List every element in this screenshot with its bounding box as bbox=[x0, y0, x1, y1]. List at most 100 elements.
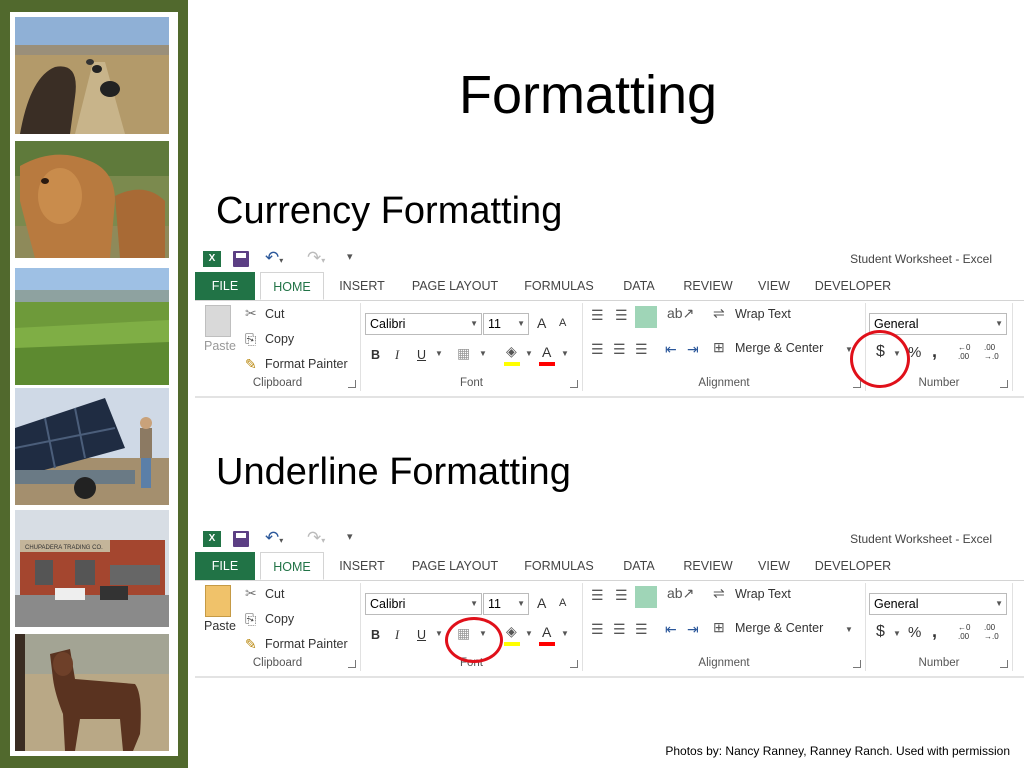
orientation-icon[interactable]: ab↗ bbox=[667, 585, 694, 602]
shrink-font-button[interactable]: A bbox=[559, 317, 566, 329]
wrap-text-button[interactable]: Wrap Text bbox=[735, 587, 791, 601]
wrap-text-icon[interactable]: ⇌ bbox=[713, 305, 725, 322]
font-launcher[interactable] bbox=[570, 660, 578, 668]
font-size-select[interactable]: 11 ▼ bbox=[483, 593, 529, 615]
tab-page-layout[interactable]: PAGE LAYOUT bbox=[407, 272, 503, 300]
currency-button[interactable]: $ bbox=[876, 623, 885, 641]
undo-icon[interactable]: ↶▾ bbox=[265, 248, 283, 268]
top-align-icon[interactable]: ☰ bbox=[591, 587, 604, 604]
tab-data[interactable]: DATA bbox=[615, 272, 663, 300]
merge-center-button[interactable]: Merge & Center bbox=[735, 621, 823, 635]
cut-icon[interactable]: ✂ bbox=[245, 305, 257, 322]
increase-indent-icon[interactable]: ⇥ bbox=[687, 621, 699, 638]
comma-button[interactable]: , bbox=[932, 341, 937, 362]
middle-align-icon[interactable]: ☰ bbox=[615, 587, 628, 604]
increase-decimal-button[interactable]: ←0.00 bbox=[958, 623, 970, 641]
font-color-dropdown-icon[interactable]: ▼ bbox=[561, 629, 569, 638]
font-size-select[interactable]: 11 ▼ bbox=[483, 313, 529, 335]
align-center-icon[interactable]: ☰ bbox=[613, 621, 626, 638]
underline-button[interactable]: U bbox=[417, 628, 426, 642]
tab-home[interactable]: HOME bbox=[260, 272, 324, 300]
italic-button[interactable]: I bbox=[395, 628, 399, 643]
currency-dropdown-icon[interactable]: ▼ bbox=[893, 629, 901, 638]
cut-icon[interactable]: ✂ bbox=[245, 585, 257, 602]
tab-view[interactable]: VIEW bbox=[753, 272, 795, 300]
wrap-text-button[interactable]: Wrap Text bbox=[735, 307, 791, 321]
customize-qat-icon[interactable]: ▾ bbox=[347, 530, 353, 543]
fill-color-dropdown-icon[interactable]: ▼ bbox=[525, 349, 533, 358]
paste-button[interactable]: Paste bbox=[204, 619, 236, 633]
tab-page-layout[interactable]: PAGE LAYOUT bbox=[407, 552, 503, 580]
format-painter-button[interactable]: Format Painter bbox=[265, 357, 348, 371]
comma-button[interactable]: , bbox=[932, 621, 937, 642]
decrease-indent-icon[interactable]: ⇤ bbox=[665, 341, 677, 358]
grow-font-button[interactable]: A bbox=[537, 315, 546, 331]
paste-icon[interactable] bbox=[205, 305, 231, 337]
redo-icon[interactable]: ↷▾ bbox=[307, 528, 325, 548]
italic-button[interactable]: I bbox=[395, 348, 399, 363]
copy-icon[interactable]: ⎘ bbox=[245, 611, 256, 628]
format-painter-icon[interactable]: ✎ bbox=[245, 636, 257, 653]
middle-align-icon[interactable]: ☰ bbox=[615, 307, 628, 324]
align-right-icon[interactable]: ☰ bbox=[635, 621, 648, 638]
merge-center-icon[interactable]: ⊞ bbox=[713, 619, 725, 636]
font-color-icon[interactable]: A bbox=[542, 624, 551, 640]
save-icon[interactable] bbox=[233, 251, 249, 267]
copy-icon[interactable]: ⎘ bbox=[245, 331, 256, 348]
clipboard-launcher[interactable] bbox=[348, 380, 356, 388]
font-color-dropdown-icon[interactable]: ▼ bbox=[561, 349, 569, 358]
tab-home[interactable]: HOME bbox=[260, 552, 324, 580]
underline-dropdown-icon[interactable]: ▼ bbox=[435, 629, 443, 638]
decrease-decimal-button[interactable]: .00 →.0 bbox=[984, 343, 999, 361]
tab-view[interactable]: VIEW bbox=[753, 552, 795, 580]
tab-review[interactable]: REVIEW bbox=[679, 552, 737, 580]
number-launcher[interactable] bbox=[1000, 660, 1008, 668]
cut-button[interactable]: Cut bbox=[265, 587, 284, 601]
underline-button[interactable]: U bbox=[417, 348, 426, 362]
font-name-select[interactable]: Calibri ▼ bbox=[365, 313, 482, 335]
font-color-icon[interactable]: A bbox=[542, 344, 551, 360]
format-painter-button[interactable]: Format Painter bbox=[265, 637, 348, 651]
borders-icon[interactable]: ▦ bbox=[457, 345, 470, 362]
font-name-select[interactable]: Calibri ▼ bbox=[365, 593, 482, 615]
bottom-align-icon[interactable] bbox=[635, 306, 657, 328]
redo-icon[interactable]: ↷▾ bbox=[307, 248, 325, 268]
align-right-icon[interactable]: ☰ bbox=[635, 341, 648, 358]
top-align-icon[interactable]: ☰ bbox=[591, 307, 604, 324]
font-launcher[interactable] bbox=[570, 380, 578, 388]
merge-center-button[interactable]: Merge & Center bbox=[735, 341, 823, 355]
decrease-indent-icon[interactable]: ⇤ bbox=[665, 621, 677, 638]
underline-dropdown-icon[interactable]: ▼ bbox=[435, 349, 443, 358]
percent-button[interactable]: % bbox=[908, 624, 921, 641]
fill-color-icon[interactable]: ◈ bbox=[506, 343, 517, 360]
bold-button[interactable]: B bbox=[371, 628, 380, 642]
paste-icon[interactable] bbox=[205, 585, 231, 617]
tab-data[interactable]: DATA bbox=[615, 552, 663, 580]
save-icon[interactable] bbox=[233, 531, 249, 547]
bold-button[interactable]: B bbox=[371, 348, 380, 362]
increase-indent-icon[interactable]: ⇥ bbox=[687, 341, 699, 358]
orientation-icon[interactable]: ab↗ bbox=[667, 305, 694, 322]
align-left-icon[interactable]: ☰ bbox=[591, 341, 604, 358]
tab-formulas[interactable]: FORMULAS bbox=[521, 552, 597, 580]
tab-developer[interactable]: DEVELOPER bbox=[813, 272, 893, 300]
fill-color-dropdown-icon[interactable]: ▼ bbox=[525, 629, 533, 638]
grow-font-button[interactable]: A bbox=[537, 595, 546, 611]
percent-button[interactable]: % bbox=[908, 344, 921, 361]
align-left-icon[interactable]: ☰ bbox=[591, 621, 604, 638]
tab-developer[interactable]: DEVELOPER bbox=[813, 552, 893, 580]
tab-insert[interactable]: INSERT bbox=[335, 552, 389, 580]
number-launcher[interactable] bbox=[1000, 380, 1008, 388]
clipboard-launcher[interactable] bbox=[348, 660, 356, 668]
increase-decimal-button[interactable]: ←0.00 bbox=[958, 343, 970, 361]
tab-file[interactable]: FILE bbox=[195, 552, 255, 580]
tab-file[interactable]: FILE bbox=[195, 272, 255, 300]
cut-button[interactable]: Cut bbox=[265, 307, 284, 321]
align-center-icon[interactable]: ☰ bbox=[613, 341, 626, 358]
tab-review[interactable]: REVIEW bbox=[679, 272, 737, 300]
paste-button[interactable]: Paste bbox=[204, 339, 236, 353]
undo-icon[interactable]: ↶▾ bbox=[265, 528, 283, 548]
number-format-select[interactable]: General ▼ bbox=[869, 593, 1007, 615]
copy-button[interactable]: Copy bbox=[265, 612, 294, 626]
borders-dropdown-icon[interactable]: ▼ bbox=[479, 349, 487, 358]
